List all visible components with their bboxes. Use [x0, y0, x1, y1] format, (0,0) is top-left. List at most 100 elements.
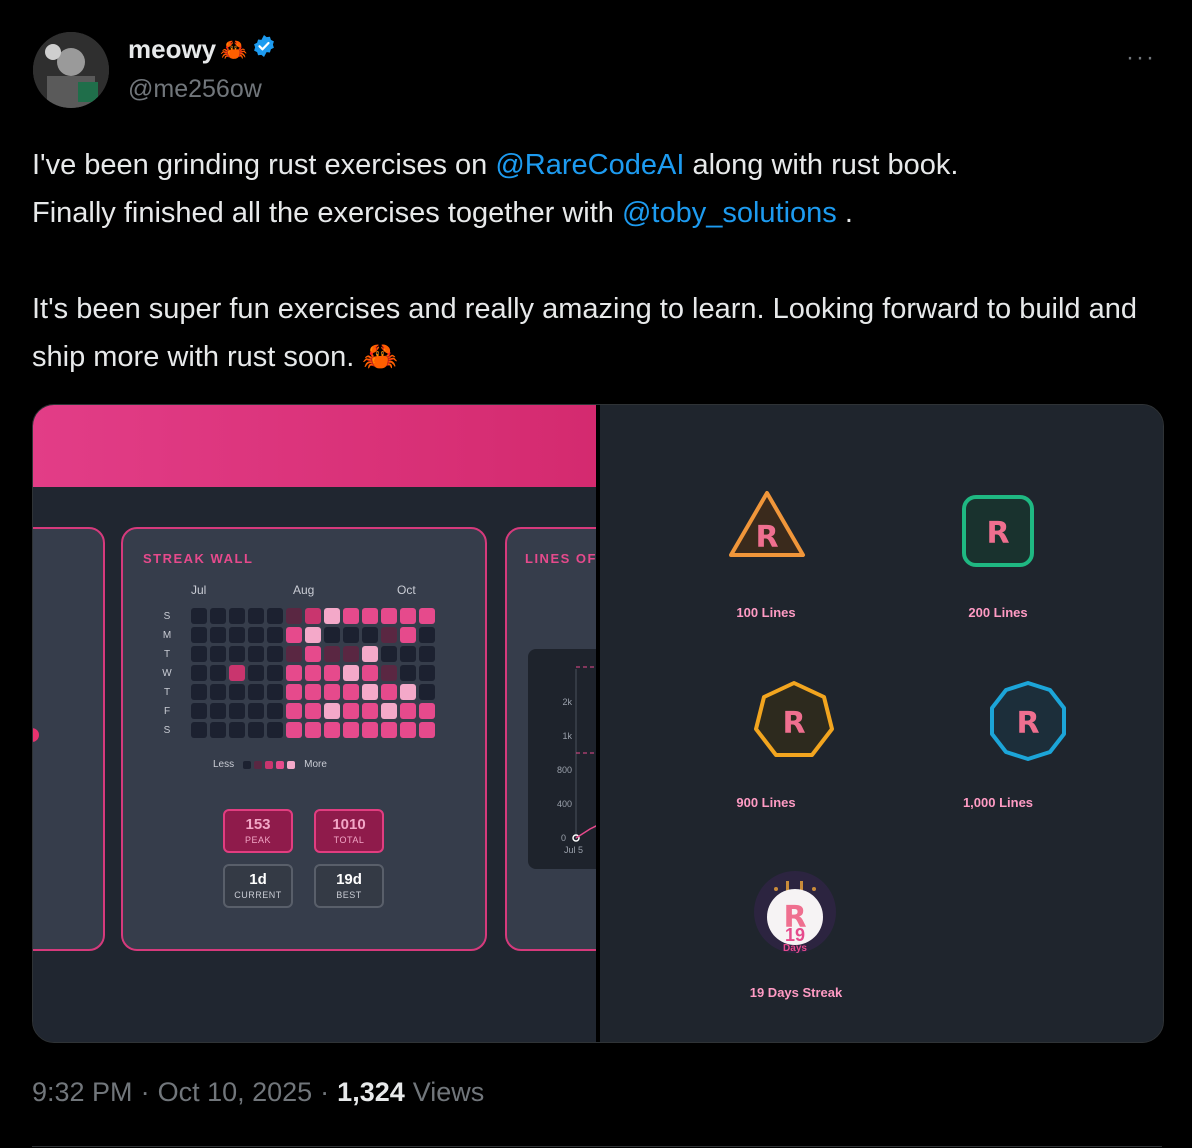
heatmap-cell [419, 684, 435, 700]
heatmap-cell [210, 608, 226, 624]
legend-swatch [265, 760, 274, 769]
author-name[interactable]: meowy [128, 34, 216, 65]
heatmap-cell [324, 646, 340, 662]
profile-banner [33, 405, 596, 487]
media-image-left[interactable]: STREAK WALL Jul Aug Oct SMTWTFS Less Mor… [33, 405, 596, 1042]
views-count: 1,324 [337, 1077, 405, 1107]
heatmap-cell [305, 684, 321, 700]
heatmap-legend: Less More [213, 759, 327, 770]
heatmap-cell [191, 627, 207, 643]
heatmap-cell [248, 608, 264, 624]
heatmap-cell [324, 608, 340, 624]
heatmap-cell [381, 665, 397, 681]
heatmap-cell [305, 703, 321, 719]
heatmap-cell [343, 722, 359, 738]
heatmap-cell [229, 722, 245, 738]
stat-total: 1010 TOTAL [314, 809, 384, 853]
heatmap-cell [267, 722, 283, 738]
tweet-media[interactable]: STREAK WALL Jul Aug Oct SMTWTFS Less Mor… [32, 404, 1164, 1043]
heatmap-cell [286, 722, 302, 738]
verified-icon [252, 34, 276, 65]
heatmap-cell [419, 646, 435, 662]
heatmap-cell [343, 684, 359, 700]
heatmap-cell [210, 722, 226, 738]
heatmap-cell [267, 703, 283, 719]
heatmap-cell [191, 722, 207, 738]
divider-line [32, 1146, 1162, 1147]
heatmap-cell [229, 646, 245, 662]
tweet-line1-a: I've been grinding rust exercises on [32, 149, 496, 181]
heatmap-cell [362, 627, 378, 643]
badge-label: 1,000 Lines [962, 795, 1034, 810]
heatmap-cell [362, 703, 378, 719]
author-name-row[interactable]: meowy 🦀 [128, 34, 276, 65]
heatmap-grid [191, 608, 435, 738]
heptagon-badge-icon: R [752, 679, 836, 768]
streak-badge-unit: Days [783, 943, 807, 954]
tweet-date[interactable]: Oct 10, 2025 [158, 1077, 313, 1108]
heatmap-cell [210, 646, 226, 662]
heatmap-cell [419, 665, 435, 681]
legend-swatches [243, 760, 296, 769]
heatmap-cell [267, 627, 283, 643]
heatmap-cell [267, 646, 283, 662]
day-labels: SMTWTFS [161, 609, 173, 742]
heatmap-cell [305, 608, 321, 624]
heatmap-cell [362, 684, 378, 700]
avatar[interactable] [33, 32, 109, 108]
heatmap-cell [210, 627, 226, 643]
tweet-meta: 9:32 PM · Oct 10, 2025 · 1,324 Views [32, 1077, 484, 1108]
heatmap-cell [419, 722, 435, 738]
crab-emoji: 🦀 [220, 36, 248, 62]
stat-peak: 153 PEAK [223, 809, 293, 853]
heatmap-cell [400, 627, 416, 643]
day-label: F [163, 706, 171, 717]
heatmap-cell [419, 627, 435, 643]
tweet-para2-text: It's been super fun exercises and really… [32, 293, 1137, 373]
legend-swatch [287, 760, 296, 769]
month-label: Oct [397, 583, 416, 597]
badge-label: 900 Lines [736, 795, 796, 810]
heatmap-cell [229, 627, 245, 643]
heatmap-cell [286, 665, 302, 681]
heatmap-cell [343, 627, 359, 643]
month-label: Jul [191, 583, 207, 597]
heatmap-cell [400, 703, 416, 719]
heatmap-cell [324, 703, 340, 719]
separator-dot: · [140, 1077, 150, 1107]
heatmap-cell [229, 703, 245, 719]
heatmap-cell [362, 608, 378, 624]
stat-label: PEAK [244, 835, 271, 845]
tweet-line1-b: along with rust book. [684, 149, 959, 181]
heatmap-cell [191, 646, 207, 662]
separator-dot: · [320, 1077, 330, 1107]
heatmap-cell [248, 646, 264, 662]
heatmap-cell [324, 627, 340, 643]
heatmap-cell [248, 684, 264, 700]
svg-text:R: R [986, 516, 1009, 551]
media-image-right[interactable]: R 100 Lines R 200 Lines R 900 Lines R 1,… [600, 405, 1163, 1042]
more-options-icon[interactable]: ··· [1126, 44, 1156, 72]
heatmap-cell [286, 646, 302, 662]
author-handle[interactable]: @me256ow [128, 75, 262, 104]
heatmap-cell [400, 646, 416, 662]
tweet-line2-a: Finally finished all the exercises toget… [32, 197, 622, 229]
heatmap-cell [400, 684, 416, 700]
decagon-badge-icon: R [986, 679, 1070, 768]
badge-label: 19 Days Streak [749, 985, 843, 1000]
day-label: S [163, 725, 171, 736]
month-label: Aug [293, 583, 315, 597]
chart-lines [572, 666, 596, 842]
streak-wall-title: STREAK WALL [143, 551, 254, 566]
svg-text:R: R [782, 706, 805, 741]
stat-value: 1d [249, 871, 267, 888]
heatmap-cell [267, 684, 283, 700]
heatmap-cell [381, 684, 397, 700]
heatmap-cell [191, 703, 207, 719]
mention-toby-solutions[interactable]: @toby_solutions [622, 197, 837, 229]
heatmap-cell [305, 627, 321, 643]
heatmap-cell [248, 627, 264, 643]
mention-rarecodeai[interactable]: @RareCodeAI [495, 149, 684, 181]
tweet-time[interactable]: 9:32 PM [32, 1077, 133, 1108]
svg-text:R: R [755, 520, 778, 555]
